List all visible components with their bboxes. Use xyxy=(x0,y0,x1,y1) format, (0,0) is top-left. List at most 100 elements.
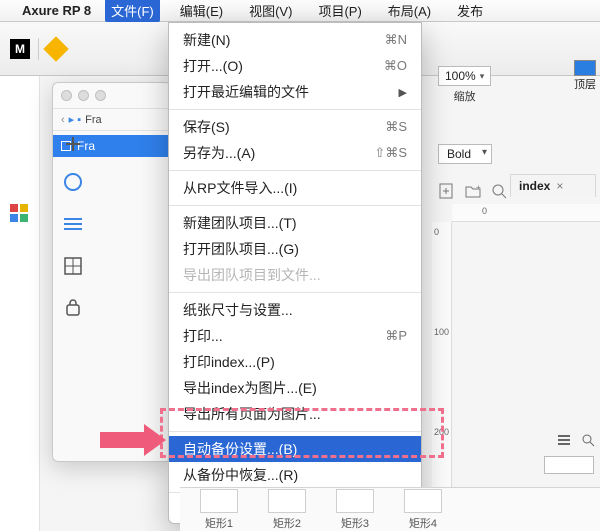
top-layer-swatch xyxy=(574,60,596,76)
menu-item[interactable]: 打印index...(P) xyxy=(169,349,421,375)
breadcrumb[interactable]: ‹ ▸ ▪ Fra xyxy=(53,108,171,131)
thumb-label: 矩形3 xyxy=(341,515,369,531)
menu-item[interactable]: 从RP文件导入...(I) xyxy=(169,175,421,201)
menu-shortcut: ⌘O xyxy=(384,58,407,74)
search-icon[interactable] xyxy=(490,182,508,200)
menu-item[interactable]: 新建(N) ⌘N xyxy=(169,27,421,53)
top-layer-label: 顶层 xyxy=(574,76,596,92)
thumb-item[interactable]: 矩形3 xyxy=(336,489,374,531)
add-folder-icon[interactable]: + xyxy=(464,182,482,200)
left-toolbar xyxy=(58,134,88,318)
plus-icon[interactable] xyxy=(63,134,83,154)
grid-icon[interactable] xyxy=(63,256,83,276)
menu-lines-icon[interactable] xyxy=(63,214,83,234)
menu-item-label: 打开最近编辑的文件 xyxy=(183,82,309,102)
canvas-dropdown[interactable] xyxy=(544,456,594,474)
menu-separator xyxy=(169,431,421,432)
app-name[interactable]: Axure RP 8 xyxy=(22,3,91,18)
canvas-view-toolbar xyxy=(556,432,596,448)
ruler-v-tick: 0 xyxy=(434,227,439,237)
submenu-arrow-icon: ▶ xyxy=(399,86,407,99)
shape-thumbnails: 矩形1 矩形2 矩形3 矩形4 xyxy=(180,487,600,531)
file-menu-dropdown: 新建(N) ⌘N 打开...(O) ⌘O 打开最近编辑的文件 ▶ 保存(S) ⌘S 另存为...… xyxy=(168,22,422,524)
thumb-item[interactable]: 矩形2 xyxy=(268,489,306,531)
menu-item-label: 打印index...(P) xyxy=(183,352,275,372)
traffic-close-icon[interactable] xyxy=(61,90,72,101)
menu-publish[interactable]: 发布 xyxy=(451,0,489,22)
menu-shortcut: ⇧⌘S xyxy=(374,145,407,161)
breadcrumb-back-icon[interactable]: ‹ xyxy=(61,114,65,126)
menu-item-label: 保存(S) xyxy=(183,117,230,137)
ruler-h-tick: 0 xyxy=(482,206,487,216)
menu-view[interactable]: 视图(V) xyxy=(243,0,298,22)
circle-icon[interactable] xyxy=(63,172,83,192)
list-view-icon[interactable] xyxy=(556,433,572,447)
menu-shortcut: ⌘S xyxy=(385,119,407,135)
page-tab[interactable]: index × xyxy=(510,174,596,197)
bag-icon[interactable] xyxy=(63,298,83,318)
menu-item[interactable]: 保存(S) ⌘S xyxy=(169,114,421,140)
font-weight-select[interactable]: Bold xyxy=(438,144,492,164)
folder-icon: ▸ ▪ xyxy=(69,113,81,126)
annotation-arrow-icon xyxy=(100,424,166,456)
traffic-max-icon[interactable] xyxy=(95,90,106,101)
menu-project[interactable]: 项目(P) xyxy=(312,0,367,22)
top-layer-control[interactable]: 顶层 xyxy=(574,60,596,92)
thumb-label: 矩形4 xyxy=(409,515,437,531)
page-tab-label: index xyxy=(519,179,550,193)
search-icon[interactable] xyxy=(580,432,596,448)
menu-item-label: 从备份中恢复...(R) xyxy=(183,465,298,485)
zoom-value: 100% xyxy=(445,69,476,83)
breadcrumb-label: Fra xyxy=(85,114,102,126)
thumb-label: 矩形1 xyxy=(205,515,233,531)
color-grid-icon[interactable] xyxy=(10,204,28,222)
thumb-item[interactable]: 矩形4 xyxy=(404,489,442,531)
menu-item[interactable]: 纸张尺寸与设置... xyxy=(169,297,421,323)
traffic-lights xyxy=(53,83,171,108)
menu-item-label: 自动备份设置...(B) xyxy=(183,439,297,459)
menu-item[interactable]: 导出index为图片...(E) xyxy=(169,375,421,401)
menu-separator xyxy=(169,170,421,171)
menu-item-label: 另存为...(A) xyxy=(183,143,255,163)
ruler-vertical: 0 100 200 xyxy=(432,222,452,491)
ruler-horizontal: 0 xyxy=(452,204,600,222)
far-left-strip xyxy=(0,76,40,531)
mac-menubar: Axure RP 8 文件(F) 编辑(E) 视图(V) 项目(P) 布局(A)… xyxy=(0,0,600,22)
menu-item[interactable]: 打开最近编辑的文件 ▶ xyxy=(169,79,421,105)
menu-arrange[interactable]: 布局(A) xyxy=(382,0,437,22)
traffic-min-icon[interactable] xyxy=(78,90,89,101)
menu-item-label: 打开...(O) xyxy=(183,56,243,76)
menu-shortcut: ⌘P xyxy=(385,328,407,344)
page-tab-close-icon[interactable]: × xyxy=(556,179,563,193)
menu-shortcut: ⌘N xyxy=(385,32,407,48)
menu-file[interactable]: 文件(F) xyxy=(105,0,160,22)
medium-icon[interactable]: M xyxy=(10,39,30,59)
menu-edit[interactable]: 编辑(E) xyxy=(174,0,229,22)
menu-item[interactable]: 打开...(O) ⌘O xyxy=(169,53,421,79)
thumb-item[interactable]: 矩形1 xyxy=(200,489,238,531)
menu-item-label: 新建团队项目...(T) xyxy=(183,213,297,233)
zoom-select[interactable]: 100%▾ xyxy=(438,66,491,86)
menu-item-label: 导出团队项目到文件... xyxy=(183,265,321,285)
menu-item[interactable]: 打开团队项目...(G) xyxy=(169,236,421,262)
menu-item[interactable]: 自动备份设置...(B) xyxy=(169,436,421,462)
thumb-label: 矩形2 xyxy=(273,515,301,531)
menu-item[interactable]: 打印... ⌘P xyxy=(169,323,421,349)
zoom-label: 缩放 xyxy=(454,88,476,104)
menu-item-label: 打开团队项目...(G) xyxy=(183,239,299,259)
menu-separator xyxy=(169,109,421,110)
ruler-v-tick: 200 xyxy=(434,427,449,437)
menu-item-label: 打印... xyxy=(183,326,223,346)
menu-item[interactable]: 另存为...(A) ⇧⌘S xyxy=(169,140,421,166)
menu-item-label: 导出index为图片...(E) xyxy=(183,378,317,398)
add-page-icon[interactable] xyxy=(438,182,456,200)
svg-text:+: + xyxy=(476,183,481,192)
menu-item[interactable]: 从备份中恢复...(R) xyxy=(169,462,421,488)
ruler-v-tick: 100 xyxy=(434,327,449,337)
menu-item: 导出团队项目到文件... xyxy=(169,262,421,288)
canvas-toolbar-icons: + xyxy=(432,178,514,204)
menu-item[interactable]: 导出所有页面为图片... xyxy=(169,401,421,427)
sketch-icon[interactable] xyxy=(43,36,68,61)
menu-item[interactable]: 新建团队项目...(T) xyxy=(169,210,421,236)
menu-item-label: 新建(N) xyxy=(183,30,230,50)
